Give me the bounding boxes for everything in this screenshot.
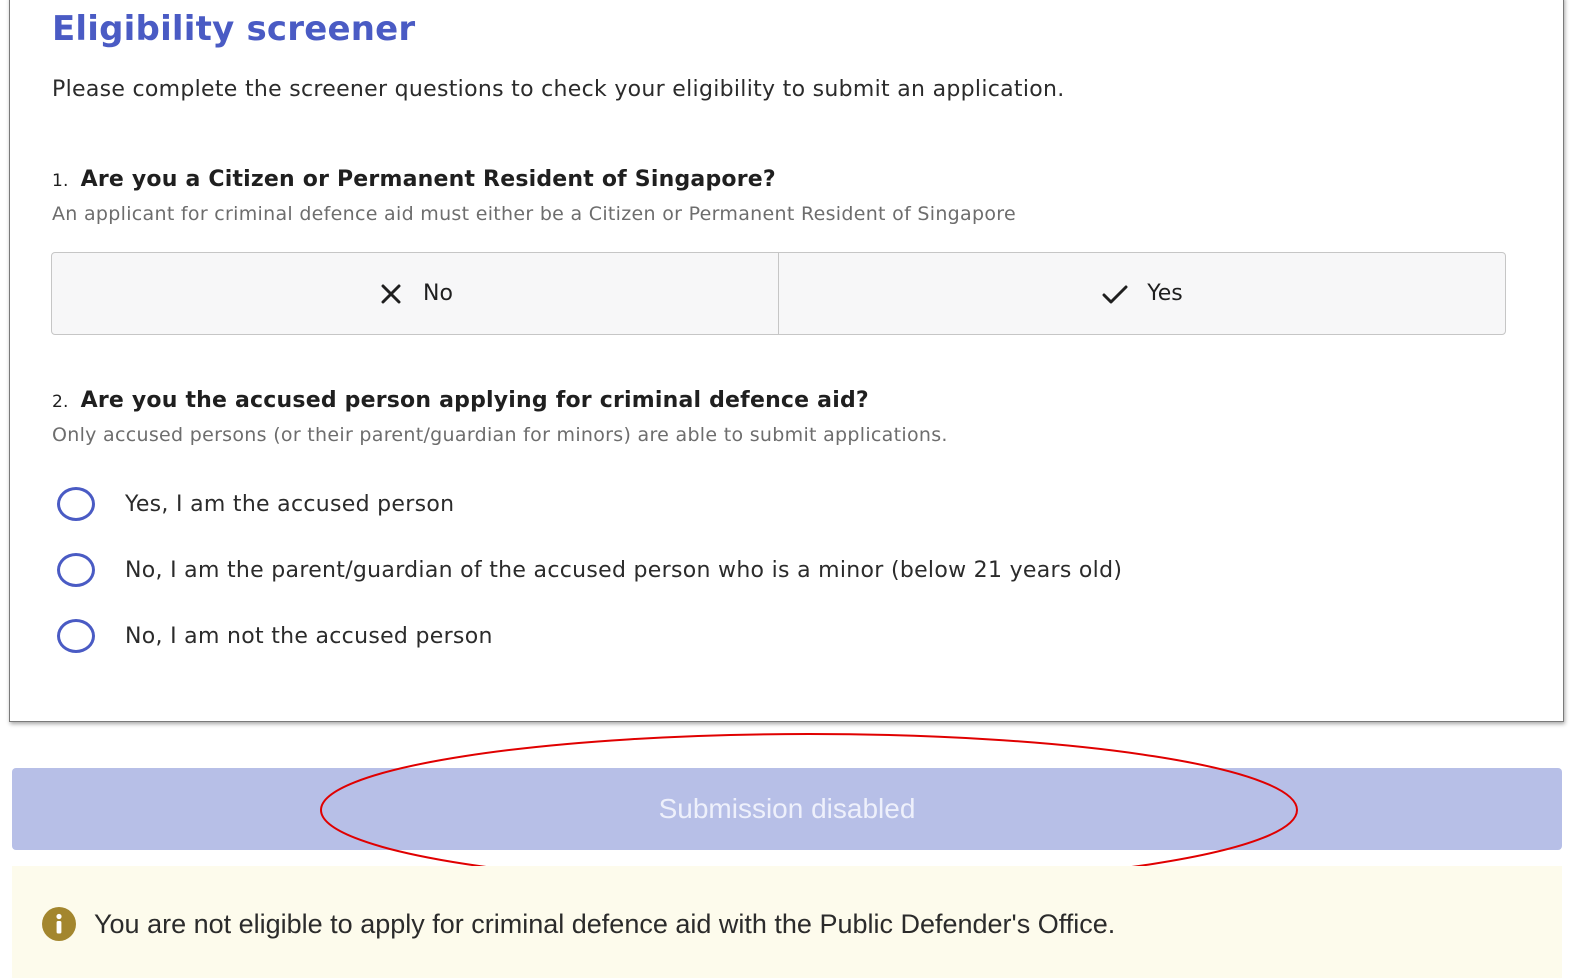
check-icon bbox=[1101, 280, 1129, 308]
question-1-text: Are you a Citizen or Permanent Resident … bbox=[80, 167, 776, 192]
info-icon bbox=[42, 907, 76, 941]
question-2-text: Are you the accused person applying for … bbox=[80, 388, 869, 413]
answer-no-label: No bbox=[423, 281, 453, 306]
submit-button[interactable]: Submission disabled bbox=[12, 768, 1562, 850]
radio-label: No, I am the parent/guardian of the accu… bbox=[125, 557, 1123, 583]
question-2-number: 2. bbox=[52, 392, 69, 412]
radio-option-accused[interactable]: Yes, I am the accused person bbox=[57, 487, 454, 521]
close-icon bbox=[377, 280, 405, 308]
question-2-help: Only accused persons (or their parent/gu… bbox=[52, 424, 948, 446]
radio-button[interactable] bbox=[57, 553, 95, 587]
question-1-number: 1. bbox=[52, 171, 69, 191]
question-2-label: 2. Are you the accused person applying fo… bbox=[52, 388, 869, 413]
radio-button[interactable] bbox=[57, 487, 95, 521]
radio-label: Yes, I am the accused person bbox=[125, 491, 455, 517]
radio-button[interactable] bbox=[57, 619, 95, 653]
eligibility-notice: You are not eligible to apply for crimin… bbox=[12, 866, 1562, 978]
answer-yes-button[interactable]: Yes bbox=[778, 253, 1505, 334]
citizen-pr-toggle: No Yes bbox=[51, 252, 1506, 335]
radio-option-parent-guardian[interactable]: No, I am the parent/guardian of the accu… bbox=[57, 553, 1122, 587]
notice-text: You are not eligible to apply for crimin… bbox=[94, 908, 1116, 939]
page-title: Eligibility screener bbox=[52, 9, 416, 49]
eligibility-screener-card: Eligibility screener Please complete the… bbox=[9, 0, 1564, 722]
answer-no-button[interactable]: No bbox=[52, 253, 778, 334]
question-1-label: 1. Are you a Citizen or Permanent Residen… bbox=[52, 167, 776, 192]
answer-yes-label: Yes bbox=[1147, 281, 1183, 306]
radio-label: No, I am not the accused person bbox=[125, 623, 493, 649]
radio-option-not-accused[interactable]: No, I am not the accused person bbox=[57, 619, 493, 653]
question-1-help: An applicant for criminal defence aid mu… bbox=[52, 203, 1016, 225]
screener-intro: Please complete the screener questions t… bbox=[52, 77, 1065, 102]
